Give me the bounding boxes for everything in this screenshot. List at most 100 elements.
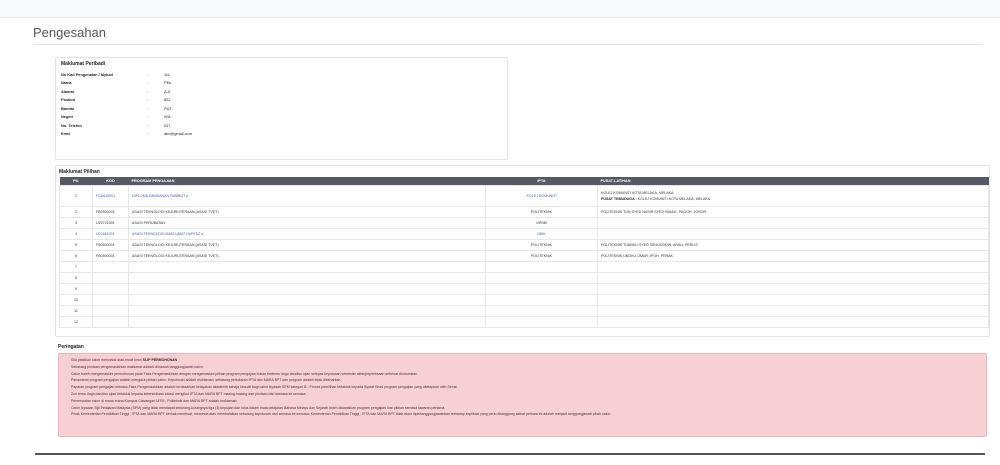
field-city: Bandar : PUT xyxy=(61,104,502,113)
field-label: Bandar xyxy=(61,105,75,111)
cell-ipta: POLITEKNIK xyxy=(485,238,598,251)
cell-program: ASASI TEKNOLOGI KEJURUTERAAN (ASASI TVET… xyxy=(128,249,486,262)
warning-item: Zon temu duga dandisu ujian tertakluk ke… xyxy=(71,391,980,398)
cell-pil: 3 xyxy=(59,216,93,229)
cell-kod xyxy=(92,304,129,317)
cell-ipta-text: POLITEKNIK xyxy=(530,209,553,214)
cell-pil: 12 xyxy=(59,315,93,328)
cell-pusat xyxy=(597,216,989,229)
choices-table-body: 1 FCA615001 DIPLOMA DANDANAN RAMBUT # KOLEJ… xyxy=(59,184,989,328)
cell-ipta xyxy=(485,282,598,295)
cell-program[interactable]: DIPLOMA DANDANAN RAMBUT # xyxy=(128,184,486,207)
table-row: 10 xyxy=(59,293,989,306)
field-separator: : xyxy=(147,80,149,86)
cell-ipta-text: UPNM xyxy=(536,220,547,225)
field-value: PUT xyxy=(164,105,172,111)
cell-ipta xyxy=(485,315,598,328)
field-separator: : xyxy=(147,71,149,77)
cell-ipta-text: POLITEKNIK xyxy=(530,253,553,258)
field-postcode: Poskod : 822 xyxy=(61,96,502,105)
cell-ipta xyxy=(485,271,598,284)
warning-emphasis: SLIP PERMOHONAN xyxy=(142,358,178,362)
field-label: No. Telefon xyxy=(61,122,82,128)
warning-item: Paparan program pengajian semasa Fasa Pe… xyxy=(71,384,980,391)
warning-item: Sila pastikan calon mencetak atau muat t… xyxy=(71,357,980,364)
cell-pusat-text: POLITEKNIK UNGKU OMAR, IPOH, PERAK xyxy=(601,253,673,258)
table-row: 2 FB0500001 ASASI TEKNOLOGI KEJURUTERAAN (… xyxy=(59,205,989,218)
cell-pusat xyxy=(597,293,989,306)
table-row: 6 FB0500001 ASASI TEKNOLOGI KEJURUTERAAN (… xyxy=(59,249,989,262)
cell-pusat: POLITEKNIK TUN SYED NASIR SYED ISMAIL, P… xyxy=(597,205,989,218)
cell-program xyxy=(128,271,486,284)
warning-text: Paparan program pengajian semasa Fasa Pe… xyxy=(71,385,458,390)
cell-pil: 11 xyxy=(59,304,93,317)
cell-pil-text: 5 xyxy=(75,242,77,247)
cell-pusat-text: POLITEKNIK TUANKU SYED SIRAJUDDIN, ARAU,… xyxy=(601,242,698,247)
cell-pil: 10 xyxy=(59,293,93,306)
header-program: PROGRAM PENGAJIAN xyxy=(128,177,486,185)
cell-kod-text: UL0481001 xyxy=(96,231,115,236)
cell-pil: 6 xyxy=(59,249,93,262)
cell-pil: 9 xyxy=(59,282,93,295)
warning-text: Penawaran program pengajian adalah mengi… xyxy=(71,378,342,383)
cell-pil-text: 4 xyxy=(75,231,77,236)
cell-program: ASASI PERUBATAN xyxy=(128,216,486,229)
cell-pil-text: 10 xyxy=(74,297,78,302)
warning-text: Penempatan calon di mana-mana Kampus Caw… xyxy=(71,398,238,403)
cell-program-text: ASASI TEKNOLOGI KEJURUTERAAN (ASASI TVET… xyxy=(132,209,219,214)
cell-kod[interactable]: FCA615001 xyxy=(92,184,129,207)
personal-details-list: No Kad Pengenalan / Mykad : 111 Nama : P… xyxy=(61,70,502,138)
field-email: Emel : abc@gmail.com xyxy=(61,130,502,139)
field-separator: : xyxy=(147,114,149,120)
cell-ipta: POLITEKNIK xyxy=(485,249,598,262)
cell-kod-text: FB0500001 xyxy=(96,253,115,258)
field-value: PEk xyxy=(164,80,172,86)
warning-text: Pihak Kementerian Pendidikan Tinggi , IP… xyxy=(71,412,612,417)
cell-pil-text: 6 xyxy=(75,253,77,258)
interview-center-value: KOLEJ KOMUNITI KOTA MELAKA, MELAKA xyxy=(637,196,711,201)
cell-program xyxy=(128,304,486,317)
cell-pusat xyxy=(597,271,989,284)
field-label: No Kad Pengenalan / Mykad xyxy=(61,71,113,77)
cell-pil-text: 11 xyxy=(74,308,78,313)
field-value: 822 xyxy=(164,97,171,103)
field-value: 111 xyxy=(164,71,170,77)
cell-pusat: KOLEJ KOMUNITI KOTA MELAKA, MELAKA PUSAT … xyxy=(597,184,989,207)
cell-kod: FB0500001 xyxy=(92,238,129,251)
interview-center: PUSAT TEMUDUGA : KOLEJ KOMUNITI KOTA MEL… xyxy=(601,197,985,201)
field-separator: : xyxy=(147,131,149,137)
cell-program xyxy=(128,282,486,295)
field-label: Alamat xyxy=(61,88,74,94)
field-value: 017 xyxy=(164,122,171,128)
header-pil: PIL xyxy=(59,177,93,185)
cell-program xyxy=(128,260,486,273)
table-row: 7 xyxy=(59,260,989,273)
warning-text: Calon boleh mengemaskini permohonan pada… xyxy=(71,371,419,376)
cell-kod-text: FCA615001 xyxy=(96,193,116,198)
cell-ipta xyxy=(485,304,598,317)
cell-ipta xyxy=(485,293,598,306)
cell-pusat-text: POLITEKNIK TUN SYED NASIR SYED ISMAIL, P… xyxy=(601,209,707,214)
cell-program[interactable]: ASASI TEKNOLOGI MAKLUMAT HUFFAZ # xyxy=(128,227,486,240)
cell-kod[interactable]: UL0481001 xyxy=(92,227,129,240)
cell-ipta: UNIK xyxy=(485,227,598,240)
page-title: Pengesahan xyxy=(33,25,107,40)
table-header-row: PIL KOD PROGRAM PENGAJIAN IPTA PUSAT LAT… xyxy=(59,177,989,185)
cell-program-text: DIPLOMA DANDANAN RAMBUT # xyxy=(132,193,189,198)
warnings-card: Peringatan Sila pastikan calon mencetak … xyxy=(55,341,990,438)
field-phone: No. Telefon : 017 xyxy=(61,121,502,130)
warning-item: Penawaran program pengajian adalah mengi… xyxy=(71,377,980,384)
field-value: WIL xyxy=(164,114,171,120)
warning-item: Calon lepasan Sijil Pelajaran Malaysia (… xyxy=(71,405,980,412)
table-row: 3 UZ0721001 ASASI PERUBATAN UPNM xyxy=(59,216,989,229)
table-row: 9 xyxy=(59,282,989,295)
cell-pusat xyxy=(597,282,989,295)
cell-pusat: POLITEKNIK TUANKU SYED SIRAJUDDIN, ARAU,… xyxy=(597,238,989,251)
table-row: 12 xyxy=(59,315,989,328)
header-kod: KOD xyxy=(92,177,129,185)
cell-pusat xyxy=(597,304,989,317)
bottom-divider xyxy=(35,453,985,455)
table-row: 5 FB0500001 ASASI TEKNOLOGI KEJURUTERAAN (… xyxy=(59,238,989,251)
field-separator: : xyxy=(147,105,149,111)
warning-item: Pihak Kementerian Pendidikan Tinggi , IP… xyxy=(71,411,980,418)
